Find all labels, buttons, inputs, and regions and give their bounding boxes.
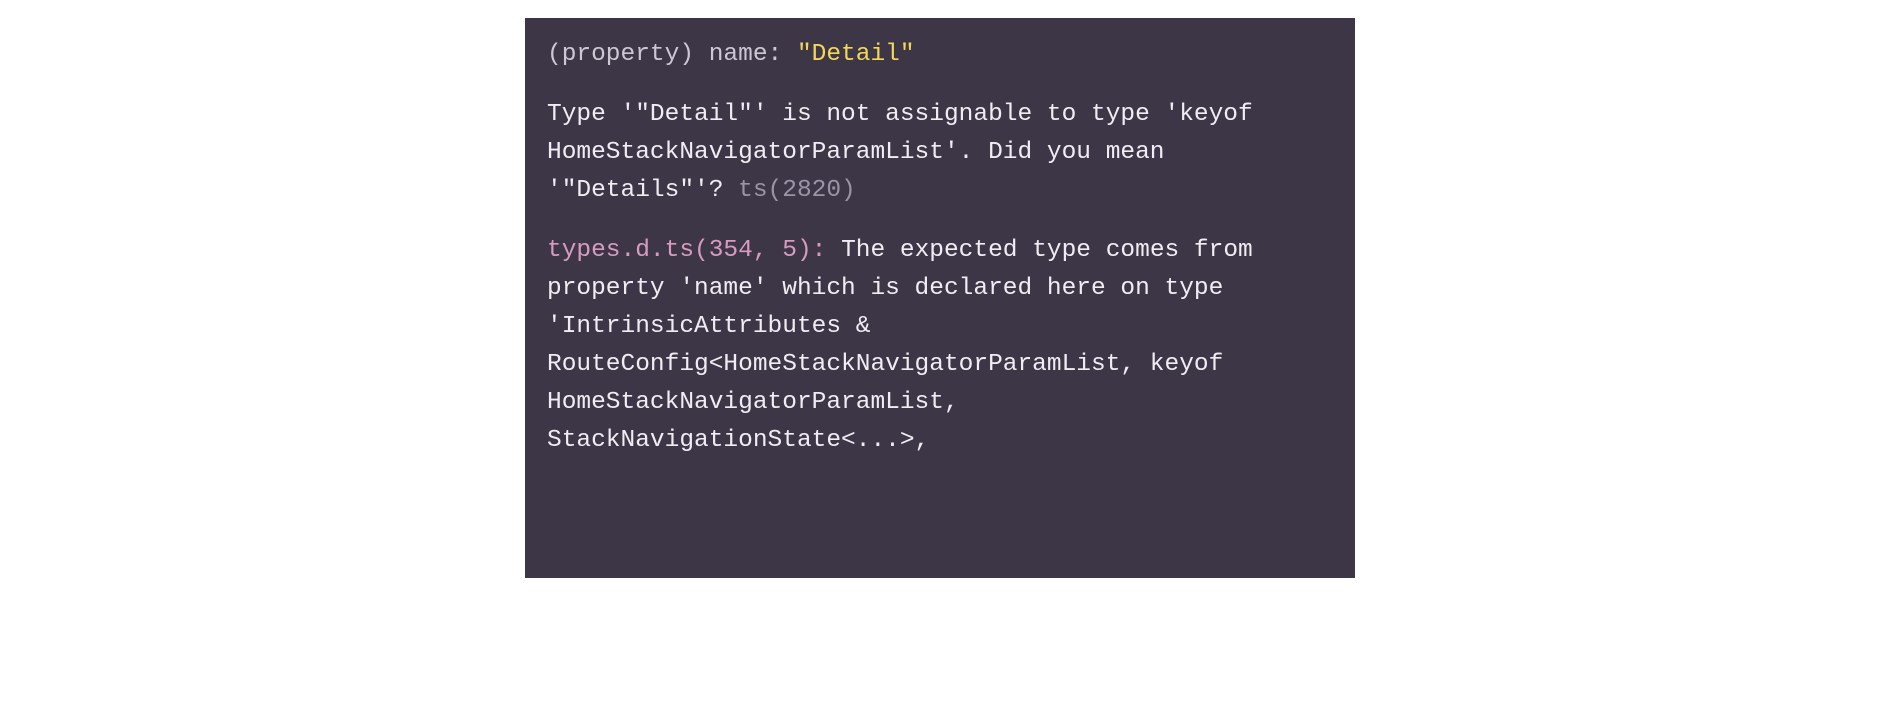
signature-line: (property) name: "Detail" — [547, 36, 1333, 74]
signature-value: "Detail" — [797, 41, 915, 68]
hover-tooltip: (property) name: "Detail" Type '"Detail"… — [525, 18, 1355, 578]
signature-prefix: (property) name: — [547, 41, 797, 68]
error-code: ts(2820) — [738, 177, 856, 204]
error-message: Type '"Detail"' is not assignable to typ… — [547, 101, 1253, 204]
error-block: Type '"Detail"' is not assignable to typ… — [547, 96, 1333, 210]
related-message: The expected type comes from property 'n… — [547, 237, 1253, 454]
tooltip-gutter — [525, 18, 529, 578]
related-source-link[interactable]: types.d.ts(354, 5): — [547, 237, 841, 264]
related-info-block: types.d.ts(354, 5): The expected type co… — [547, 232, 1333, 460]
